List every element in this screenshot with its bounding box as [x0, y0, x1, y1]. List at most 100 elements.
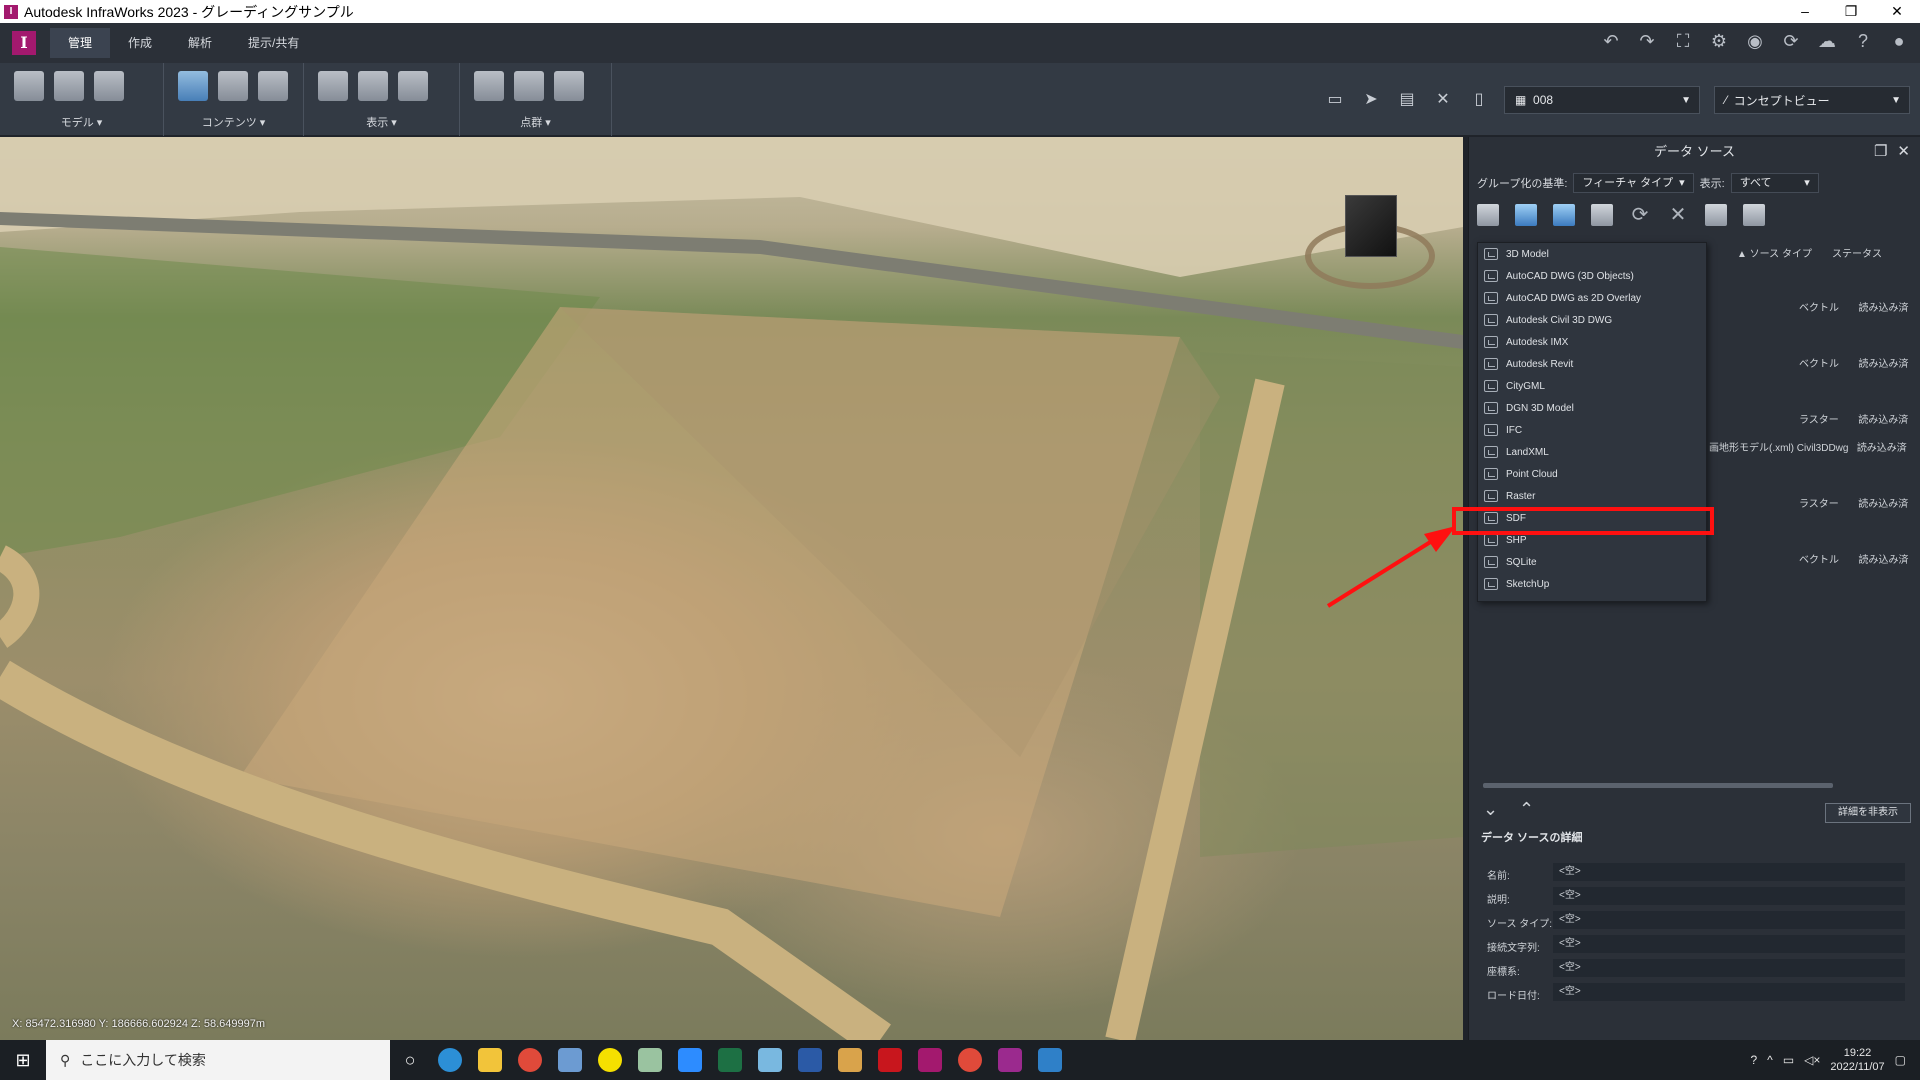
- help-icon[interactable]: ?: [1852, 31, 1874, 52]
- chevron-double-up-icon[interactable]: ⌃: [1519, 799, 1534, 820]
- cloud-icon[interactable]: ☁: [1816, 31, 1838, 52]
- taskbar-search-input[interactable]: ⚲ ここに入力して検索: [46, 1040, 390, 1080]
- yellow-circle-app-icon[interactable]: [590, 1040, 630, 1080]
- layers-icon[interactable]: [318, 71, 348, 101]
- sync-icon[interactable]: ⟳: [1780, 31, 1802, 52]
- measure-icon[interactable]: ▤: [1396, 89, 1418, 111]
- edge-browser-icon[interactable]: [430, 1040, 470, 1080]
- undo-icon[interactable]: ↶: [1600, 31, 1622, 52]
- word-icon[interactable]: [790, 1040, 830, 1080]
- copy-data-source-icon[interactable]: [1591, 204, 1613, 226]
- menu-item-autocad-dwg-2d[interactable]: AutoCAD DWG as 2D Overlay: [1478, 287, 1706, 309]
- detail-value[interactable]: <空>: [1553, 983, 1905, 1001]
- list-icon[interactable]: [398, 71, 428, 101]
- acrobat-icon[interactable]: [870, 1040, 910, 1080]
- list-item[interactable]: ベクトル 読み込み済: [1799, 355, 1908, 370]
- view-cube[interactable]: [1305, 195, 1445, 305]
- help-icon[interactable]: ?: [1750, 1053, 1757, 1067]
- file-explorer-icon[interactable]: [470, 1040, 510, 1080]
- 3d-viewport[interactable]: X: 85472.316980 Y: 186666.602924 Z: 58.6…: [0, 137, 1463, 1040]
- add-file-data-source-icon[interactable]: [1477, 204, 1499, 226]
- app-icon[interactable]: [830, 1040, 870, 1080]
- minimize-button[interactable]: –: [1782, 0, 1828, 23]
- windows-start-icon[interactable]: ⊞: [0, 1050, 46, 1071]
- menu-item-sqlite[interactable]: SQLite: [1478, 551, 1706, 573]
- detail-value[interactable]: <空>: [1553, 911, 1905, 929]
- tab-create[interactable]: 作成: [110, 28, 170, 58]
- fit-view-icon[interactable]: ⛶: [1672, 31, 1694, 52]
- detail-value[interactable]: <空>: [1553, 887, 1905, 905]
- column-status[interactable]: ステータス: [1832, 245, 1882, 260]
- select-arrow-icon[interactable]: ➤: [1360, 89, 1382, 111]
- monitor-icon[interactable]: ▭: [1324, 89, 1346, 111]
- detail-value[interactable]: <空>: [1553, 935, 1905, 953]
- volume-muted-icon[interactable]: ◁×: [1804, 1053, 1820, 1067]
- model-proposal-icon[interactable]: [94, 71, 124, 101]
- photos-icon[interactable]: [1030, 1040, 1070, 1080]
- model-builder-icon[interactable]: [1553, 204, 1575, 226]
- menu-item-autocad-dwg-3d[interactable]: AutoCAD DWG (3D Objects): [1478, 265, 1706, 287]
- menu-item-3d-model[interactable]: 3D Model: [1478, 243, 1706, 265]
- menu-item-imx[interactable]: Autodesk IMX: [1478, 331, 1706, 353]
- list-item[interactable]: 画地形モデル(.xml) Civil3DDwg 読み込み済: [1709, 439, 1907, 454]
- list-item[interactable]: ラスター 読み込み済: [1799, 411, 1908, 426]
- point-cloud-terrain-icon[interactable]: [514, 71, 544, 101]
- notes-app-icon[interactable]: [750, 1040, 790, 1080]
- float-panel-icon[interactable]: ❐: [1874, 137, 1887, 167]
- group-label-display[interactable]: 表示 ▾: [304, 114, 459, 130]
- layers-stack-icon[interactable]: [1743, 204, 1765, 226]
- zoom-icon[interactable]: [670, 1040, 710, 1080]
- settings-gear-icon[interactable]: ⚙: [1708, 31, 1730, 52]
- proposal-combo[interactable]: ▦ 008 ▼: [1504, 86, 1700, 114]
- chevron-double-down-icon[interactable]: ⌄: [1483, 799, 1498, 820]
- menu-item-civil-3d-dwg[interactable]: Autodesk Civil 3D DWG: [1478, 309, 1706, 331]
- detail-value[interactable]: <空>: [1553, 863, 1905, 881]
- point-cloud-modeling-icon[interactable]: [554, 71, 584, 101]
- hide-details-button[interactable]: 詳細を非表示: [1825, 803, 1911, 823]
- group-label-content[interactable]: コンテンツ ▾: [164, 114, 303, 130]
- refresh-icon[interactable]: ⟳: [1629, 204, 1651, 226]
- menu-item-dgn[interactable]: DGN 3D Model: [1478, 397, 1706, 419]
- database-icon[interactable]: [1515, 204, 1537, 226]
- menu-item-point-cloud[interactable]: Point Cloud: [1478, 463, 1706, 485]
- tab-analyze[interactable]: 解析: [170, 28, 230, 58]
- tab-present-share[interactable]: 提示/共有: [230, 28, 317, 58]
- visual-style-combo[interactable]: ⁄ コンセプトビュー ▼: [1714, 86, 1910, 114]
- paint-app-icon[interactable]: [630, 1040, 670, 1080]
- menu-item-raster[interactable]: Raster: [1478, 485, 1706, 507]
- view-cube-box[interactable]: [1345, 195, 1397, 257]
- group-label-model[interactable]: モデル ▾: [0, 114, 163, 130]
- taskbar-clock[interactable]: 19:22 2022/11/07: [1830, 1046, 1884, 1074]
- redo-icon[interactable]: ↷: [1636, 31, 1658, 52]
- task-view-icon[interactable]: ○: [390, 1040, 430, 1080]
- menu-item-sketchup[interactable]: SketchUp: [1478, 573, 1706, 595]
- network-icon[interactable]: ▭: [1783, 1053, 1794, 1067]
- excel-icon[interactable]: [710, 1040, 750, 1080]
- tab-manage[interactable]: 管理: [50, 28, 111, 58]
- menu-item-ifc[interactable]: IFC: [1478, 419, 1706, 441]
- chevron-up-icon[interactable]: ^: [1767, 1053, 1773, 1067]
- list-item[interactable]: ベクトル 読み込み済: [1799, 551, 1908, 566]
- close-button[interactable]: ✕: [1874, 0, 1920, 23]
- styles-globe-icon[interactable]: [258, 71, 288, 101]
- close-panel-icon[interactable]: ✕: [1897, 137, 1910, 167]
- infraworks-taskbar-icon[interactable]: [910, 1040, 950, 1080]
- model-explorer-icon[interactable]: [14, 71, 44, 101]
- table-icon[interactable]: [218, 71, 248, 101]
- list-item[interactable]: ベクトル 読み込み済: [1799, 299, 1908, 314]
- civil3d-taskbar-icon[interactable]: [990, 1040, 1030, 1080]
- chrome-icon[interactable]: [510, 1040, 550, 1080]
- list-item[interactable]: ラスター 読み込み済: [1799, 495, 1908, 510]
- menu-item-citygml[interactable]: CityGML: [1478, 375, 1706, 397]
- menu-item-landxml[interactable]: LandXML: [1478, 441, 1706, 463]
- clip-icon[interactable]: ▯: [1468, 89, 1490, 111]
- point-cloud-icon[interactable]: [474, 71, 504, 101]
- terrain-icon[interactable]: [358, 71, 388, 101]
- display-select[interactable]: すべて ▾: [1730, 173, 1819, 193]
- chrome-icon[interactable]: [950, 1040, 990, 1080]
- notifications-icon[interactable]: ▢: [1895, 1053, 1906, 1067]
- group-label-point-cloud[interactable]: 点群 ▾: [460, 114, 611, 130]
- cross-tools-icon[interactable]: ✕: [1432, 89, 1454, 111]
- model-properties-icon[interactable]: [54, 71, 84, 101]
- remove-icon[interactable]: ✕: [1667, 204, 1689, 226]
